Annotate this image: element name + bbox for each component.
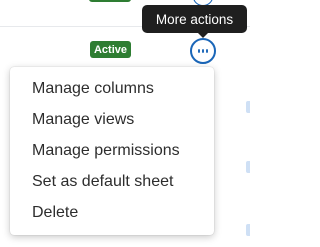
row-edge-mark [246, 224, 250, 236]
menu-item-manage-columns[interactable]: Manage columns [10, 73, 214, 104]
row-edge-mark [246, 161, 250, 173]
row-edge-mark [246, 101, 250, 113]
dot [202, 49, 204, 53]
tooltip-arrow [197, 32, 209, 38]
dot [198, 49, 200, 53]
status-badge-active: Active [90, 41, 131, 58]
menu-item-set-default-sheet[interactable]: Set as default sheet [10, 166, 214, 197]
more-actions-tooltip: More actions [142, 5, 247, 33]
dot [206, 49, 208, 53]
status-badge-partial [89, 0, 131, 2]
more-actions-menu: Manage columns Manage views Manage permi… [10, 67, 214, 235]
menu-item-delete[interactable]: Delete [10, 197, 214, 228]
menu-item-manage-views[interactable]: Manage views [10, 104, 214, 135]
more-actions-button[interactable] [190, 38, 216, 64]
menu-item-manage-permissions[interactable]: Manage permissions [10, 135, 214, 166]
